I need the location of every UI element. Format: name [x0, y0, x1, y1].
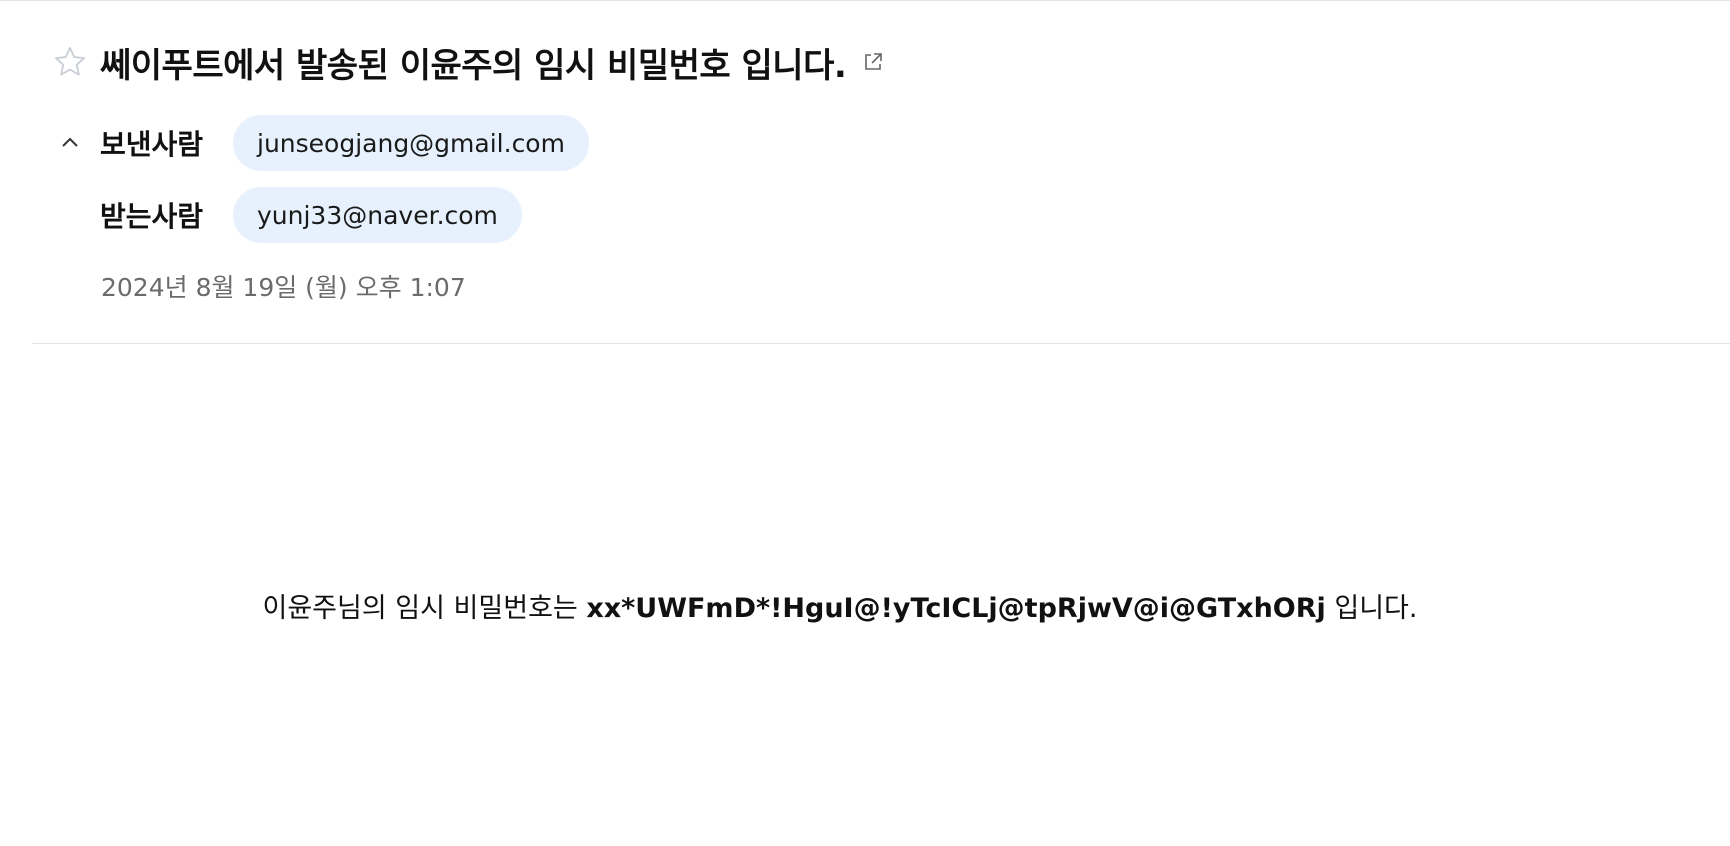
email-date: 2024년 8월 19일 (월) 오후 1:07: [101, 273, 466, 302]
body-prefix: 이윤주님의 임시 비밀번호는: [262, 593, 587, 624]
sender-row: 보낸사람 junseogjang@gmail.com: [50, 115, 589, 171]
body-suffix: 입니다.: [1325, 593, 1418, 624]
email-subject: 쎄이푸트에서 발송된 이윤주의 임시 비밀번호 입니다.: [100, 45, 847, 86]
email-view: 쎄이푸트에서 발송된 이윤주의 임시 비밀번호 입니다. 보낸사람 junseo…: [0, 0, 1730, 846]
email-body-text: 이윤주님의 임시 비밀번호는 xx*UWFmD*!HguI@!yTcICLj@t…: [0, 586, 1680, 625]
recipient-row: 받는사람 yunj33@naver.com: [50, 187, 522, 243]
sender-label: 보낸사람: [100, 128, 204, 161]
temporary-password: xx*UWFmD*!HguI@!yTcICLj@tpRjwV@i@GTxhORj: [586, 593, 1326, 624]
chevron-up-icon[interactable]: [50, 123, 90, 163]
recipient-address-chip[interactable]: yunj33@naver.com: [233, 187, 522, 243]
subject-row: 쎄이푸트에서 발송된 이윤주의 임시 비밀번호 입니다.: [50, 40, 886, 86]
recipient-label: 받는사람: [100, 200, 204, 233]
sender-address-chip[interactable]: junseogjang@gmail.com: [233, 115, 589, 171]
star-icon[interactable]: [50, 42, 90, 82]
top-divider: [0, 0, 1730, 1]
open-in-new-window-icon[interactable]: [860, 49, 886, 75]
header-divider: [32, 343, 1730, 344]
